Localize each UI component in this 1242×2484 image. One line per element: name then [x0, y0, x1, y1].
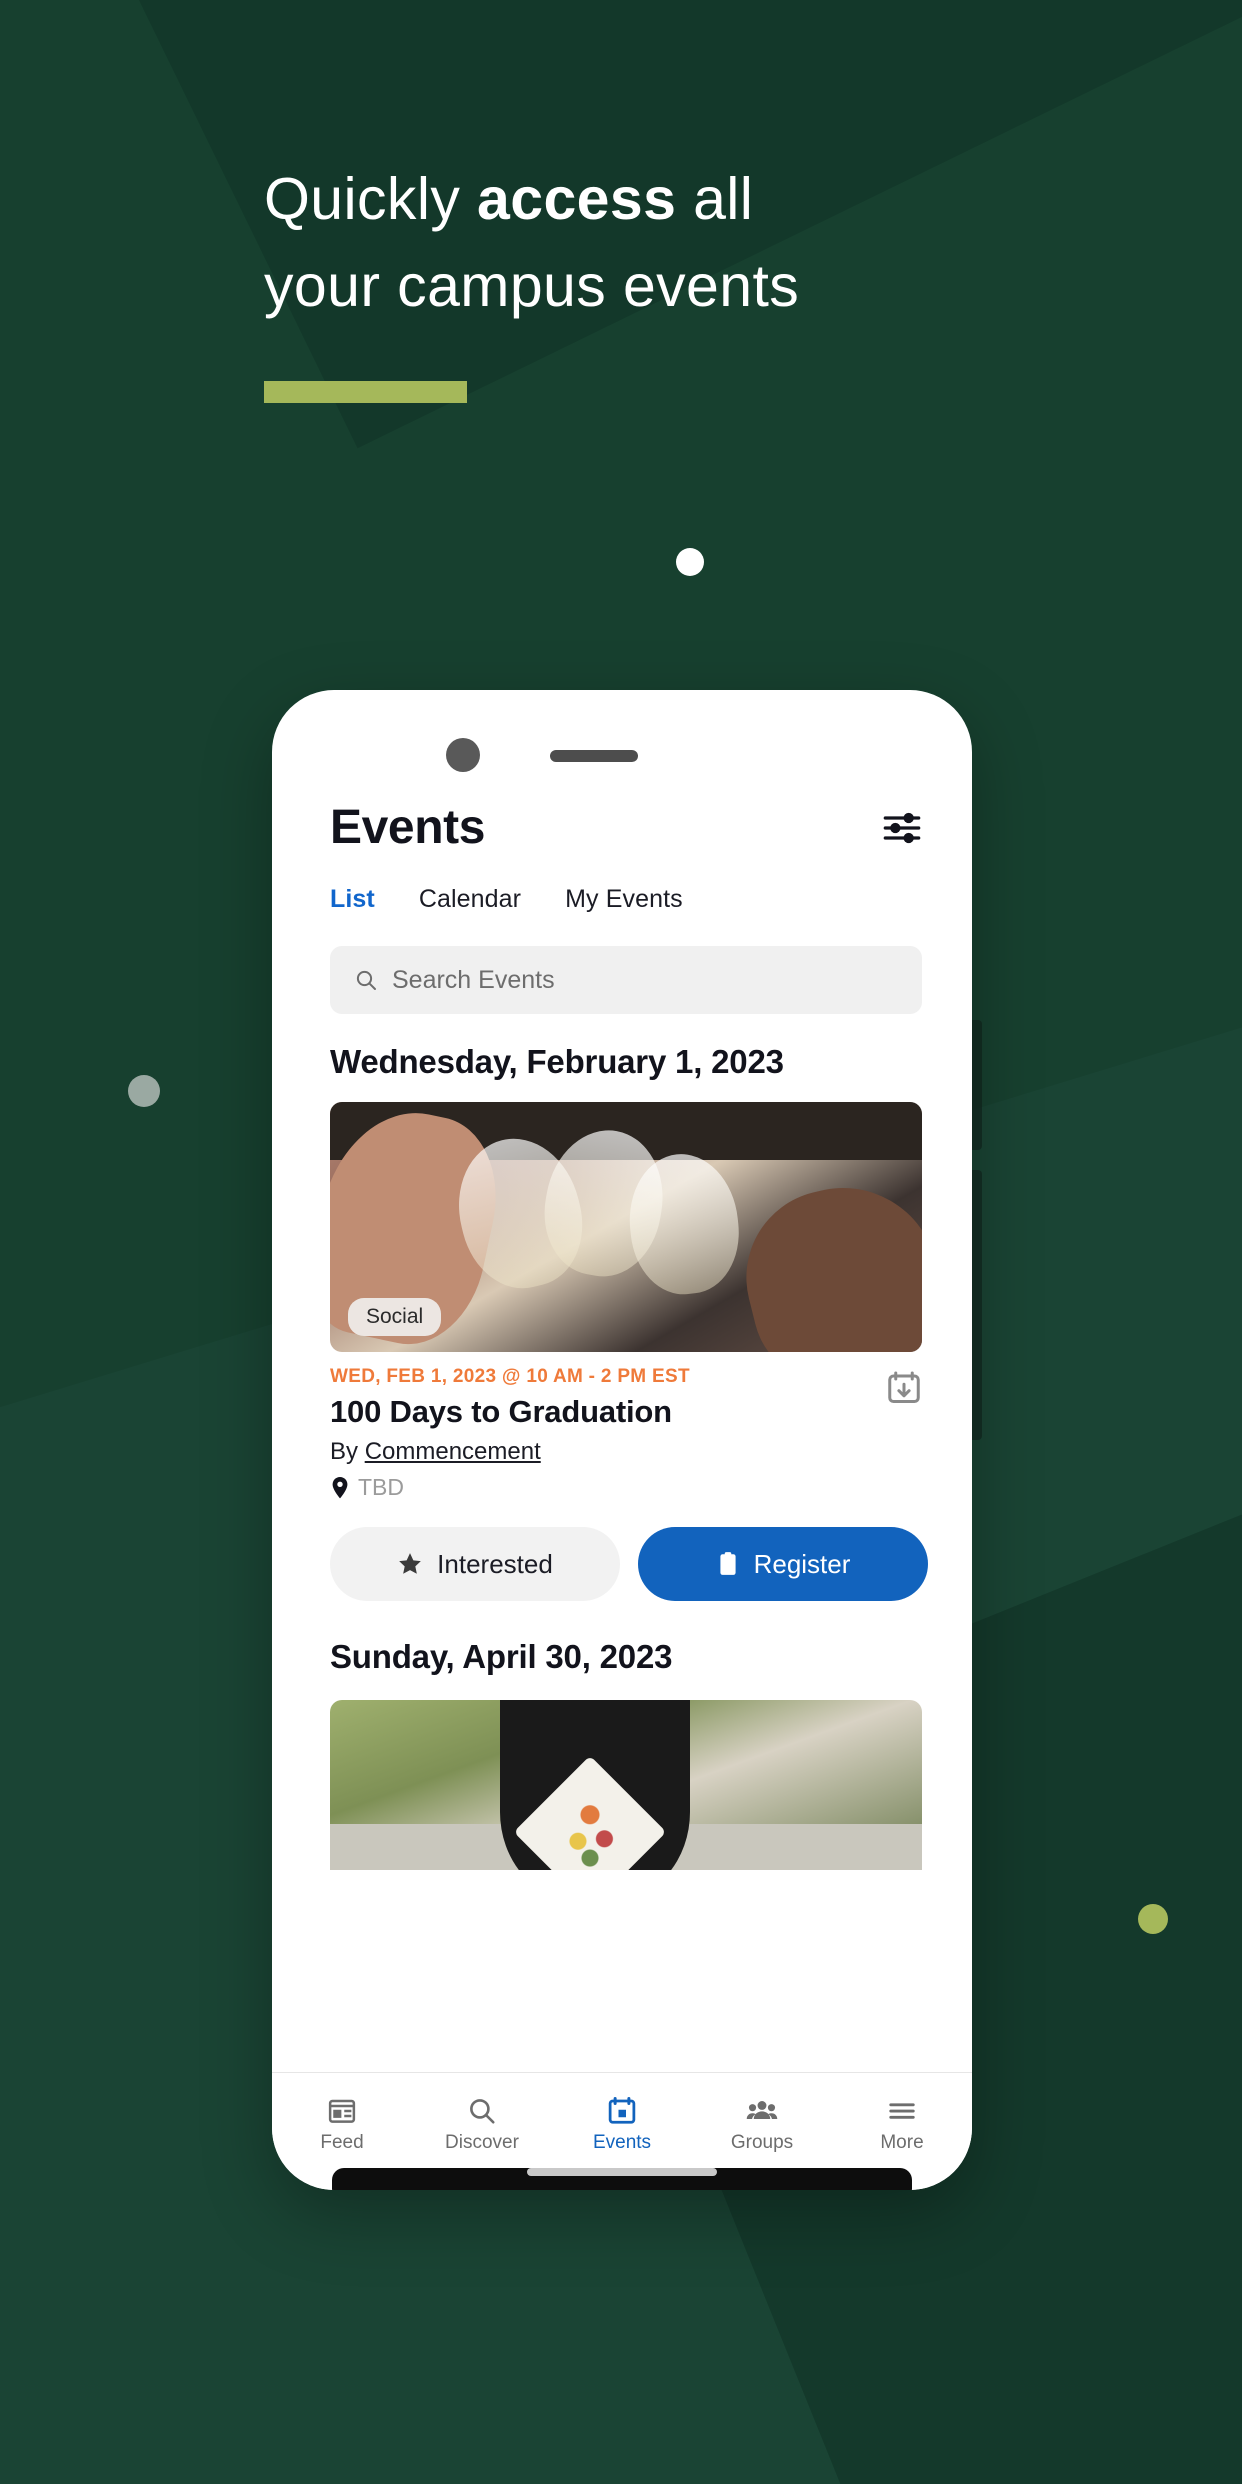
register-button-label: Register [753, 1548, 851, 1579]
hamburger-icon [889, 2102, 915, 2119]
nav-label-more: More [880, 2131, 924, 2153]
nav-label-discover: Discover [445, 2131, 519, 2153]
event-image: Social [330, 1102, 922, 1353]
search-input[interactable]: Search Events [330, 946, 922, 1014]
headline-line-1: Quickly access all [264, 170, 1084, 229]
tab-my-events[interactable]: My Events [565, 885, 683, 914]
event-action-buttons: Interested Register [330, 1527, 928, 1602]
headline-text-post: all [676, 166, 754, 232]
accent-underline-bar [264, 381, 467, 403]
decorative-dot-olive [1138, 1904, 1168, 1934]
view-tabs: List Calendar My Events [272, 855, 972, 914]
app-screen-body: Events List Calendar My Events Search Ev… [272, 782, 972, 2190]
decorative-dot-white [676, 548, 704, 576]
event-title: 100 Days to Graduation [330, 1394, 672, 1430]
headline-text-bold: access [477, 166, 677, 232]
search-icon [356, 970, 376, 990]
event-organizer-link[interactable]: Commencement [365, 1438, 541, 1465]
tab-list[interactable]: List [330, 885, 375, 914]
interested-button[interactable]: Interested [330, 1527, 620, 1602]
people-icon [746, 2100, 778, 2119]
promo-headline: Quickly access all your campus events [264, 170, 1084, 344]
date-section-heading-2: Sunday, April 30, 2023 [330, 1638, 673, 1676]
nav-label-groups: Groups [730, 2131, 794, 2153]
nav-item-groups[interactable]: Groups [702, 2096, 822, 2154]
event-organizer-prefix: By [330, 1438, 365, 1466]
event-image-2[interactable] [330, 1699, 922, 1870]
register-button[interactable]: Register [638, 1527, 928, 1602]
event-datetime: WED, FEB 1, 2023 @ 10 AM - 2 PM EST [330, 1366, 690, 1388]
headline-line-2: your campus events [264, 253, 800, 319]
event-location: TBD [330, 1474, 690, 1501]
tab-calendar[interactable]: Calendar [419, 885, 521, 914]
map-pin-icon [332, 1476, 348, 1499]
event-category-badge: Social [348, 1298, 442, 1337]
event-location-text: TBD [358, 1474, 404, 1501]
nav-label-events: Events [592, 2131, 652, 2153]
event-card[interactable]: Social WED, FEB 1, 2023 @ 10 AM - 2 PM E… [330, 1102, 928, 1602]
sliders-filter-icon[interactable] [882, 811, 922, 845]
interested-button-label: Interested [437, 1548, 553, 1579]
search-icon [470, 2098, 495, 2124]
earpiece-speaker [550, 750, 638, 762]
front-camera-icon [446, 738, 480, 772]
calendar-icon [608, 2096, 636, 2124]
calendar-download-icon[interactable] [886, 1370, 922, 1406]
star-icon [399, 1553, 422, 1574]
feed-icon [328, 2099, 356, 2123]
clipboard-icon [719, 1552, 736, 1576]
headline-text-pre: Quickly [264, 166, 478, 232]
date-section-heading: Wednesday, February 1, 2023 [330, 1043, 784, 1080]
home-indicator [527, 2168, 717, 2176]
nav-item-discover[interactable]: Discover [422, 2096, 542, 2154]
nav-item-feed[interactable]: Feed [282, 2096, 402, 2154]
app-header: Events [272, 782, 972, 855]
nav-item-more[interactable]: More [842, 2096, 962, 2154]
search-placeholder: Search Events [392, 965, 555, 994]
decorative-dot-gray [128, 1075, 160, 1107]
nav-label-feed: Feed [320, 2131, 364, 2153]
page-title: Events [330, 801, 486, 854]
nav-item-events[interactable]: Events [562, 2096, 682, 2154]
event-organizer: By Commencement [330, 1438, 690, 1466]
phone-status-notch [272, 690, 972, 782]
phone-mockup: Events List Calendar My Events Search Ev… [272, 690, 972, 2190]
